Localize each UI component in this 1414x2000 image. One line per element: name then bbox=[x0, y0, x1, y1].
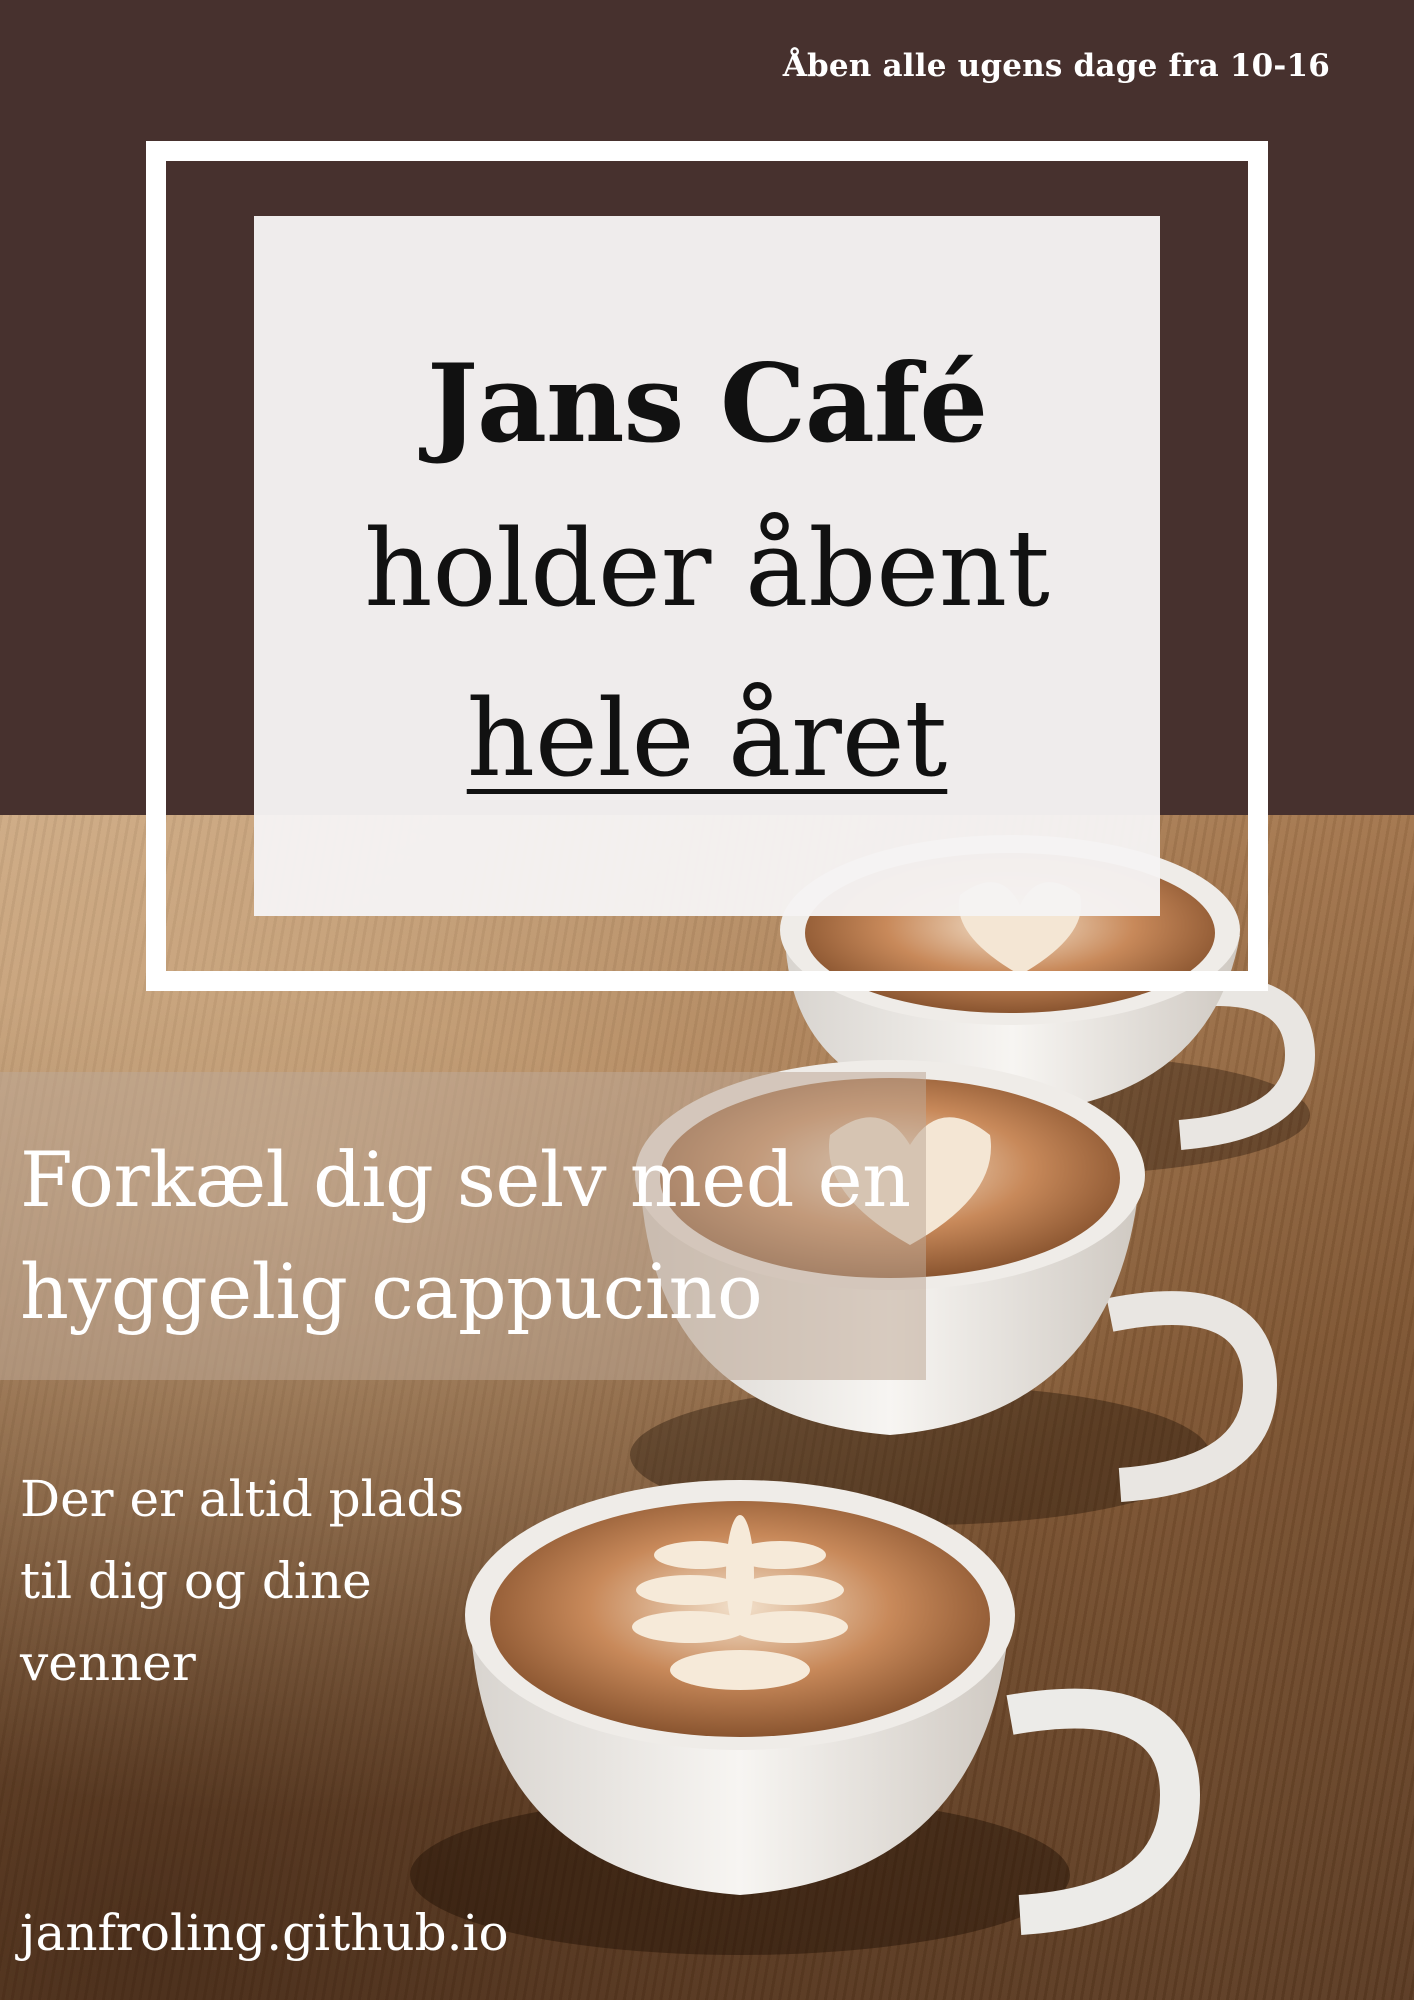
headline-underlined: hele året bbox=[254, 654, 1160, 824]
invite-line: venner bbox=[20, 1634, 196, 1692]
headline-underlined-text: hele året bbox=[466, 677, 948, 800]
invite-line: til dig og dine bbox=[20, 1552, 372, 1610]
coffee-cups-photo bbox=[0, 815, 1414, 2000]
invite-text: Der er altid plads til dig og dine venne… bbox=[20, 1458, 540, 1704]
opening-hours: Åben alle ugens dage fra 10-16 bbox=[782, 48, 1330, 84]
cafe-name: Jans Café bbox=[426, 341, 988, 467]
website-url: janfroling.github.io bbox=[20, 1904, 509, 1962]
tagline-band: Forkæl dig selv med en hyggelig cappucin… bbox=[0, 1072, 926, 1380]
invite-line: Der er altid plads bbox=[20, 1470, 465, 1528]
headline-line: holder åbent bbox=[364, 507, 1050, 630]
title-card: Jans Café holder åbent hele året bbox=[254, 216, 1160, 916]
coffee-cups-illustration bbox=[410, 835, 1316, 1955]
tagline-line: Forkæl dig selv med en bbox=[20, 1135, 911, 1224]
tagline-line: hyggelig cappucino bbox=[20, 1247, 763, 1336]
